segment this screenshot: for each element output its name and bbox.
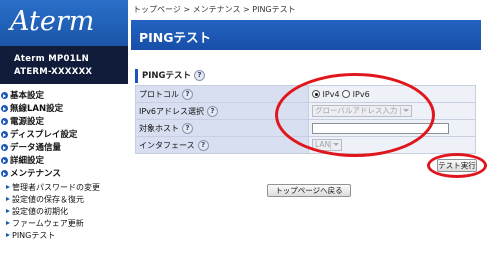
ipv6-select-value: グローバルアドレス入力 bbox=[315, 106, 398, 115]
table-row: プロトコル? IPv4 IPv6 bbox=[135, 85, 476, 103]
sidebar-item-wireless-lan[interactable]: 無線LAN設定 bbox=[0, 103, 128, 115]
triangle-right-icon bbox=[6, 209, 10, 213]
sidebar-item-power[interactable]: 電源設定 bbox=[0, 116, 128, 128]
run-test-button[interactable]: テスト実行 bbox=[437, 159, 477, 172]
sidebar-item-label: 電源設定 bbox=[10, 117, 45, 127]
sidebar: Aterm Aterm MP01LN ATERM-XXXXXX 基本設定 無線L… bbox=[0, 0, 128, 255]
arrow-circle-icon bbox=[1, 92, 8, 99]
model-info: Aterm MP01LN ATERM-XXXXXX bbox=[0, 46, 128, 84]
protocol-label: プロトコル bbox=[139, 89, 179, 99]
sidebar-item-label: 無線LAN設定 bbox=[10, 104, 64, 114]
sidebar-subitem-ping-test[interactable]: PINGテスト bbox=[6, 230, 55, 241]
target-host-value-cell bbox=[308, 119, 476, 137]
sidebar-subitem-label: ファームウェア更新 bbox=[12, 219, 84, 228]
table-row: 対象ホスト? bbox=[135, 119, 476, 137]
sidebar-item-maintenance[interactable]: メンテナンス bbox=[0, 168, 128, 180]
help-icon[interactable]: ? bbox=[182, 122, 193, 134]
help-icon[interactable]: ? bbox=[197, 139, 209, 151]
help-icon[interactable]: ? bbox=[182, 88, 193, 100]
table-row: インタフェース? LAN bbox=[135, 136, 476, 154]
sidebar-item-label: 基本設定 bbox=[10, 91, 45, 101]
help-icon[interactable]: ? bbox=[207, 105, 219, 117]
arrow-circle-icon bbox=[1, 131, 8, 138]
arrow-circle-icon bbox=[1, 105, 8, 112]
sidebar-item-advanced[interactable]: 詳細設定 bbox=[0, 155, 128, 167]
ipv6-select-value-cell: グローバルアドレス入力 bbox=[308, 102, 476, 120]
ping-form-table: プロトコル? IPv4 IPv6 IPv6アドレス選択? グローバルアドレス入力… bbox=[135, 85, 476, 154]
interface-label-cell: インタフェース? bbox=[135, 136, 309, 154]
target-host-label: 対象ホスト bbox=[139, 123, 179, 133]
sidebar-item-label: 詳細設定 bbox=[10, 156, 45, 166]
sidebar-item-label: メンテナンス bbox=[10, 169, 61, 179]
chevron-down-icon bbox=[403, 109, 409, 112]
target-host-input[interactable] bbox=[312, 122, 449, 134]
protocol-value-cell: IPv4 IPv6 bbox=[308, 85, 476, 103]
ipv4-radio[interactable] bbox=[312, 90, 320, 98]
sidebar-item-label: ディスプレイ設定 bbox=[10, 130, 78, 140]
logo-text: Aterm bbox=[10, 6, 95, 37]
breadcrumb: トップページ > メンテナンス > PINGテスト bbox=[133, 5, 296, 14]
ipv6-select-label: IPv6アドレス選択 bbox=[139, 106, 205, 116]
page-title: PINGテスト bbox=[139, 30, 212, 45]
sidebar-item-data-usage[interactable]: データ通信量 bbox=[0, 142, 128, 154]
sidebar-item-basic-settings[interactable]: 基本設定 bbox=[0, 90, 128, 102]
sidebar-item-display[interactable]: ディスプレイ設定 bbox=[0, 129, 128, 141]
select-divider bbox=[330, 141, 331, 149]
interface-label: インタフェース bbox=[139, 140, 195, 150]
sidebar-subitem-firmware-update[interactable]: ファームウェア更新 bbox=[6, 218, 84, 229]
ipv6-select-label-cell: IPv6アドレス選択? bbox=[135, 102, 309, 120]
ipv6-label: IPv6 bbox=[352, 89, 370, 99]
interface-select[interactable]: LAN bbox=[312, 139, 342, 151]
target-host-label-cell: 対象ホスト? bbox=[135, 119, 309, 137]
device-id: ATERM-XXXXXX bbox=[14, 67, 93, 77]
help-icon[interactable]: ? bbox=[193, 70, 205, 81]
ipv6-radio[interactable] bbox=[342, 90, 351, 98]
arrow-circle-icon bbox=[1, 157, 8, 164]
sidebar-subitem-label: 設定値の保存＆復元 bbox=[12, 195, 84, 204]
triangle-right-icon bbox=[6, 221, 10, 225]
sidebar-subitem-label: 設定値の初期化 bbox=[12, 207, 68, 216]
interface-value: LAN bbox=[315, 140, 331, 149]
select-divider bbox=[400, 107, 401, 115]
aterm-logo[interactable]: Aterm bbox=[0, 0, 128, 46]
sidebar-subitem-label: 管理者パスワードの変更 bbox=[12, 183, 100, 192]
section-heading: PINGテスト? bbox=[135, 69, 205, 83]
ipv4-label: IPv4 bbox=[322, 89, 340, 99]
section-title: PINGテスト bbox=[142, 71, 191, 81]
arrow-circle-icon bbox=[1, 144, 8, 151]
sidebar-subitem-label: PINGテスト bbox=[12, 231, 56, 240]
page-header: PINGテスト bbox=[131, 20, 481, 50]
model-name: Aterm MP01LN bbox=[14, 54, 90, 64]
arrow-circle-icon bbox=[1, 118, 8, 125]
sidebar-subitem-save-restore[interactable]: 設定値の保存＆復元 bbox=[6, 194, 84, 205]
sidebar-subitem-factory-reset[interactable]: 設定値の初期化 bbox=[6, 206, 68, 217]
arrow-circle-icon bbox=[1, 170, 8, 177]
chevron-down-icon bbox=[333, 143, 339, 146]
interface-value-cell: LAN bbox=[308, 136, 476, 154]
ipv6-address-select[interactable]: グローバルアドレス入力 bbox=[312, 105, 412, 117]
back-to-top-button[interactable]: トップページへ戻る bbox=[267, 184, 351, 197]
protocol-label-cell: プロトコル? bbox=[135, 85, 309, 103]
sidebar-item-label: データ通信量 bbox=[10, 143, 62, 153]
sidebar-subitem-admin-password[interactable]: 管理者パスワードの変更 bbox=[6, 182, 100, 193]
triangle-right-icon bbox=[6, 233, 10, 237]
triangle-right-icon bbox=[6, 185, 10, 189]
triangle-right-icon bbox=[6, 197, 10, 201]
table-row: IPv6アドレス選択? グローバルアドレス入力 bbox=[135, 102, 476, 120]
